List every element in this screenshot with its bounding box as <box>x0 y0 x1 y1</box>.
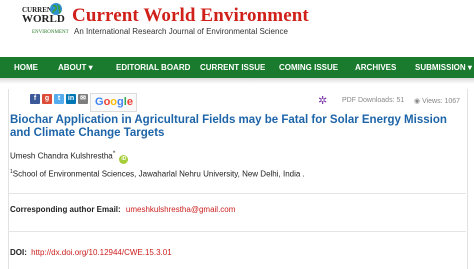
orcid-icon[interactable]: iD <box>119 154 129 164</box>
globe-icon <box>50 3 62 15</box>
doi-line: DOI: http://dx.doi.org/10.12944/CWE.15.3… <box>10 248 172 257</box>
twitter-icon[interactable]: t <box>54 94 64 104</box>
views-text: Views: 1067 <box>422 98 461 105</box>
journal-logo[interactable]: CURRENT WORLD ENVIRONMENT <box>22 3 69 39</box>
email-icon[interactable]: ✉ <box>78 94 88 104</box>
google-letter: G <box>95 96 104 108</box>
google-logo: Google <box>95 96 133 108</box>
nav-coming-issue[interactable]: COMING ISSUE <box>279 57 338 78</box>
doi-link[interactable]: http://dx.doi.org/10.12944/CWE.15.3.01 <box>31 248 172 257</box>
affiliation-text: School of Environmental Sciences, Jawaha… <box>12 169 305 179</box>
corresponding-author: Corresponding author Email: umeshkulshre… <box>10 205 235 214</box>
main-nav: HOME ABOUT ▾ EDITORIAL BOARD CURRENT ISS… <box>0 57 474 78</box>
affiliation: 1School of Environmental Sciences, Jawah… <box>10 169 305 179</box>
article-title: Biochar Application in Agricultural Fiel… <box>10 114 447 139</box>
author-line: Umesh Chandra Kulshrestha*iD <box>10 150 129 164</box>
nav-editorial-board[interactable]: EDITORIAL BOARD <box>116 57 190 78</box>
doi-label: DOI: <box>10 248 27 257</box>
divider <box>8 231 466 232</box>
author-marker: * <box>112 150 116 157</box>
nav-about[interactable]: ABOUT ▾ <box>58 57 93 78</box>
views-count: ◉ Views: 1067 <box>414 97 460 105</box>
corresponding-email-link[interactable]: umeshkulshrestha@gmail.com <box>126 205 236 214</box>
nav-archives[interactable]: ARCHIVES <box>355 57 396 78</box>
corresponding-label: Corresponding author Email: <box>10 205 121 214</box>
site-title[interactable]: Current World Environment <box>72 5 309 27</box>
pdf-downloads-count: PDF Downloads: 51 <box>342 97 405 104</box>
nav-home[interactable]: HOME <box>14 57 38 78</box>
nav-current-issue[interactable]: CURRENT ISSUE <box>200 57 265 78</box>
nav-submission[interactable]: SUBMISSION ▾ <box>415 57 472 78</box>
site-subtitle: An International Research Journal of Env… <box>74 27 288 36</box>
nav-shadow <box>0 78 474 84</box>
google-letter: e <box>126 96 133 108</box>
site-header: CURRENT WORLD ENVIRONMENT Current World … <box>0 0 474 57</box>
google-letter: g <box>117 96 124 108</box>
google-plus-icon[interactable]: g <box>42 94 52 104</box>
divider <box>8 193 466 194</box>
altmetric-icon[interactable]: ✲ <box>318 95 330 107</box>
facebook-icon[interactable]: f <box>30 94 40 104</box>
author-name[interactable]: Umesh Chandra Kulshrestha <box>10 152 113 161</box>
linkedin-icon[interactable]: in <box>66 94 76 104</box>
eye-icon: ◉ <box>414 98 423 105</box>
logo-text-environment: ENVIRONMENT <box>32 30 69 35</box>
google-search-badge[interactable]: Google <box>90 93 137 112</box>
